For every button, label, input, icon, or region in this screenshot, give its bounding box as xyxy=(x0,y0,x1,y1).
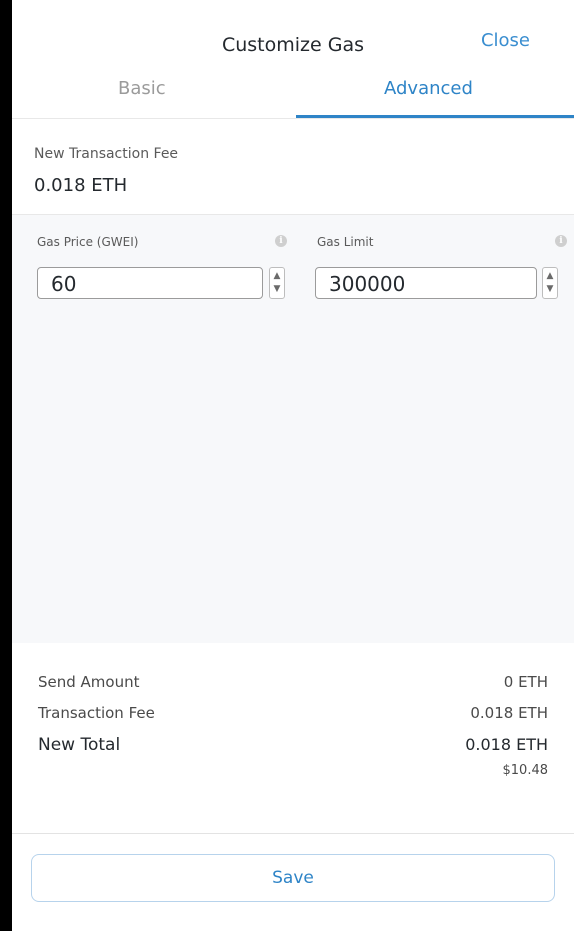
new-transaction-fee-section: New Transaction Fee 0.018 ETH xyxy=(12,119,574,214)
customize-gas-modal: Customize Gas Close Basic Advanced New T… xyxy=(12,0,574,931)
modal-header: Customize Gas Close Basic Advanced xyxy=(12,0,574,119)
gas-price-stepper[interactable]: ▲ ▼ xyxy=(269,267,285,299)
chevron-up-icon[interactable]: ▲ xyxy=(270,270,284,282)
transaction-summary: Send Amount 0 ETH Transaction Fee 0.018 … xyxy=(12,643,574,834)
gas-price-label: Gas Price (GWEI) xyxy=(37,235,139,249)
transaction-fee-label: Transaction Fee xyxy=(38,704,155,722)
new-total-label: New Total xyxy=(38,735,121,755)
tab-advanced[interactable]: Advanced xyxy=(384,78,473,100)
chevron-down-icon[interactable]: ▼ xyxy=(543,283,557,295)
tab-basic[interactable]: Basic xyxy=(118,78,166,100)
new-transaction-fee-value: 0.018 ETH xyxy=(34,175,128,196)
send-amount-value: 0 ETH xyxy=(503,673,548,691)
gas-limit-stepper[interactable]: ▲ ▼ xyxy=(542,267,558,299)
new-total-usd: $10.48 xyxy=(502,763,549,778)
save-button[interactable]: Save xyxy=(31,854,555,902)
info-icon[interactable]: i xyxy=(275,235,287,247)
chevron-down-icon[interactable]: ▼ xyxy=(270,283,284,295)
send-amount-label: Send Amount xyxy=(38,673,140,691)
advanced-gas-inputs: Gas Price (GWEI) i 60 ▲ ▼ Gas Limit i 30… xyxy=(12,214,574,644)
gas-price-value: 60 xyxy=(51,272,77,296)
gas-price-input[interactable]: 60 xyxy=(37,267,263,299)
gas-limit-value: 300000 xyxy=(329,272,406,296)
transaction-fee-value: 0.018 ETH xyxy=(470,704,548,722)
chevron-up-icon[interactable]: ▲ xyxy=(543,270,557,282)
info-icon[interactable]: i xyxy=(555,235,567,247)
new-transaction-fee-label: New Transaction Fee xyxy=(34,146,179,162)
active-tab-indicator xyxy=(296,115,574,118)
gas-limit-input[interactable]: 300000 xyxy=(315,267,537,299)
close-button[interactable]: Close xyxy=(481,30,530,52)
new-total-value: 0.018 ETH xyxy=(465,735,548,754)
gas-limit-label: Gas Limit xyxy=(317,235,374,249)
